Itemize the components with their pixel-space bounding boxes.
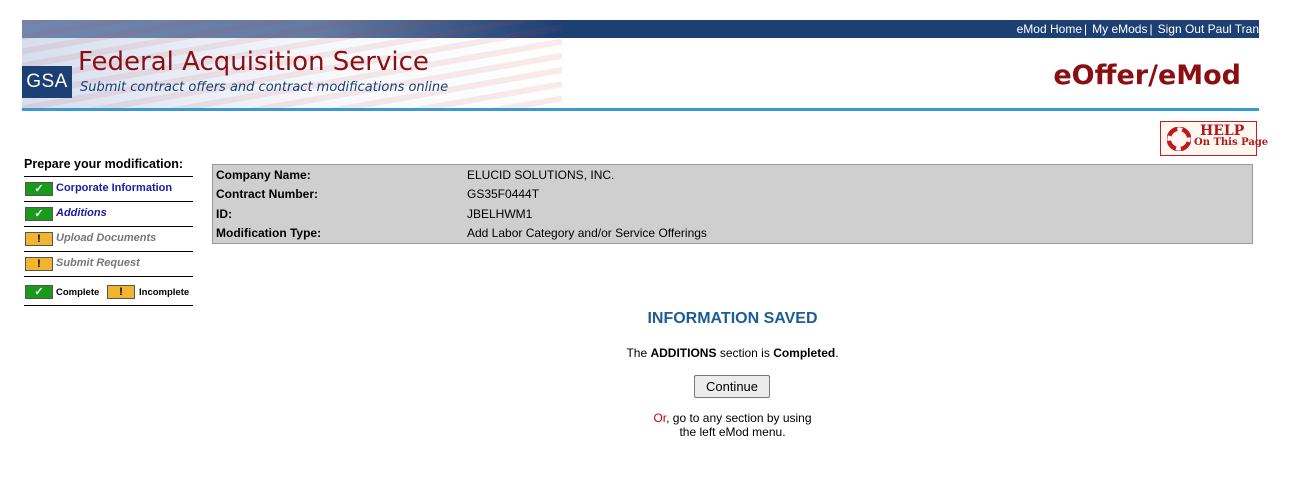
help-sublabel: On This Page: [1194, 137, 1269, 148]
life-ring-icon: [1167, 127, 1191, 151]
company-name-value: ELUCID SOLUTIONS, INC.: [467, 168, 615, 182]
menu-item-label: Upload Documents: [56, 232, 157, 244]
modification-type-value: Add Labor Category and/or Service Offeri…: [467, 226, 707, 240]
company-name-label: Company Name:: [216, 168, 311, 182]
check-icon: ✓: [25, 207, 53, 221]
menu-item-label: Submit Request: [56, 257, 140, 269]
header-divider: [22, 108, 1259, 111]
legend-complete-label: Complete: [56, 287, 100, 298]
id-label: ID:: [216, 207, 232, 221]
message-text: The: [626, 346, 648, 360]
hint-text: , go to any section by using: [666, 411, 812, 425]
continue-button[interactable]: Continue: [694, 375, 770, 398]
menu-item-label[interactable]: Corporate Information: [56, 182, 172, 194]
message-punctuation: .: [835, 346, 839, 360]
menu-heading: Prepare your modification:: [24, 156, 193, 177]
agency-subtitle: Submit contract offers and contract modi…: [80, 80, 449, 95]
top-links: eMod Home | My eMods | Sign Out Paul Tran: [1016, 22, 1259, 36]
menu-item-label[interactable]: Additions: [56, 207, 107, 219]
menu-item-upload-documents: ! Upload Documents: [24, 227, 193, 252]
emod-menu: Prepare your modification: ✓ Corporate I…: [24, 156, 193, 306]
alternate-navigation-hint: Or, go to any section by using the left …: [212, 411, 1253, 439]
help-button[interactable]: HELP On This Page: [1160, 121, 1268, 156]
status-legend: ✓ Complete ! Incomplete: [24, 277, 193, 306]
legend-incomplete-label: Incomplete: [139, 287, 190, 298]
contract-number-value: GS35F0444T: [467, 187, 540, 201]
emod-home-link[interactable]: eMod Home: [1017, 22, 1082, 36]
exclamation-icon: !: [25, 232, 53, 246]
gsa-logo: GSA: [22, 66, 72, 98]
menu-item-submit-request: ! Submit Request: [24, 252, 193, 277]
menu-item-additions[interactable]: ✓ Additions: [24, 202, 193, 227]
app-title: eOffer/eMod: [1053, 60, 1241, 91]
exclamation-icon: !: [107, 285, 135, 299]
section-name: ADDITIONS: [650, 346, 717, 360]
section-status: Completed: [773, 346, 836, 360]
contract-number-label: Contract Number:: [216, 187, 319, 201]
agency-title: Federal Acquisition Service: [78, 47, 429, 77]
site-banner: GSA Federal Acquisition Service Submit c…: [22, 20, 1259, 108]
page-title: INFORMATION SAVED: [647, 310, 818, 327]
message-text: section is: [719, 346, 770, 360]
check-icon: ✓: [25, 285, 53, 299]
menu-item-corporate-information[interactable]: ✓ Corporate Information: [24, 177, 193, 202]
or-word: Or: [653, 411, 667, 425]
id-value: JBELHWM1: [467, 207, 533, 221]
saved-message: The ADDITIONS section is Completed.: [212, 346, 1253, 360]
check-icon: ✓: [25, 182, 53, 196]
modification-info-table: Company Name: ELUCID SOLUTIONS, INC. Con…: [212, 164, 1253, 244]
help-label: HELP: [1200, 123, 1245, 139]
hint-text: the left eMod menu.: [679, 425, 786, 439]
sign-out-link[interactable]: Sign Out Paul Tran: [1158, 22, 1259, 36]
my-emods-link[interactable]: My eMods: [1092, 22, 1147, 36]
exclamation-icon: !: [25, 257, 53, 271]
modification-type-label: Modification Type:: [216, 226, 322, 240]
